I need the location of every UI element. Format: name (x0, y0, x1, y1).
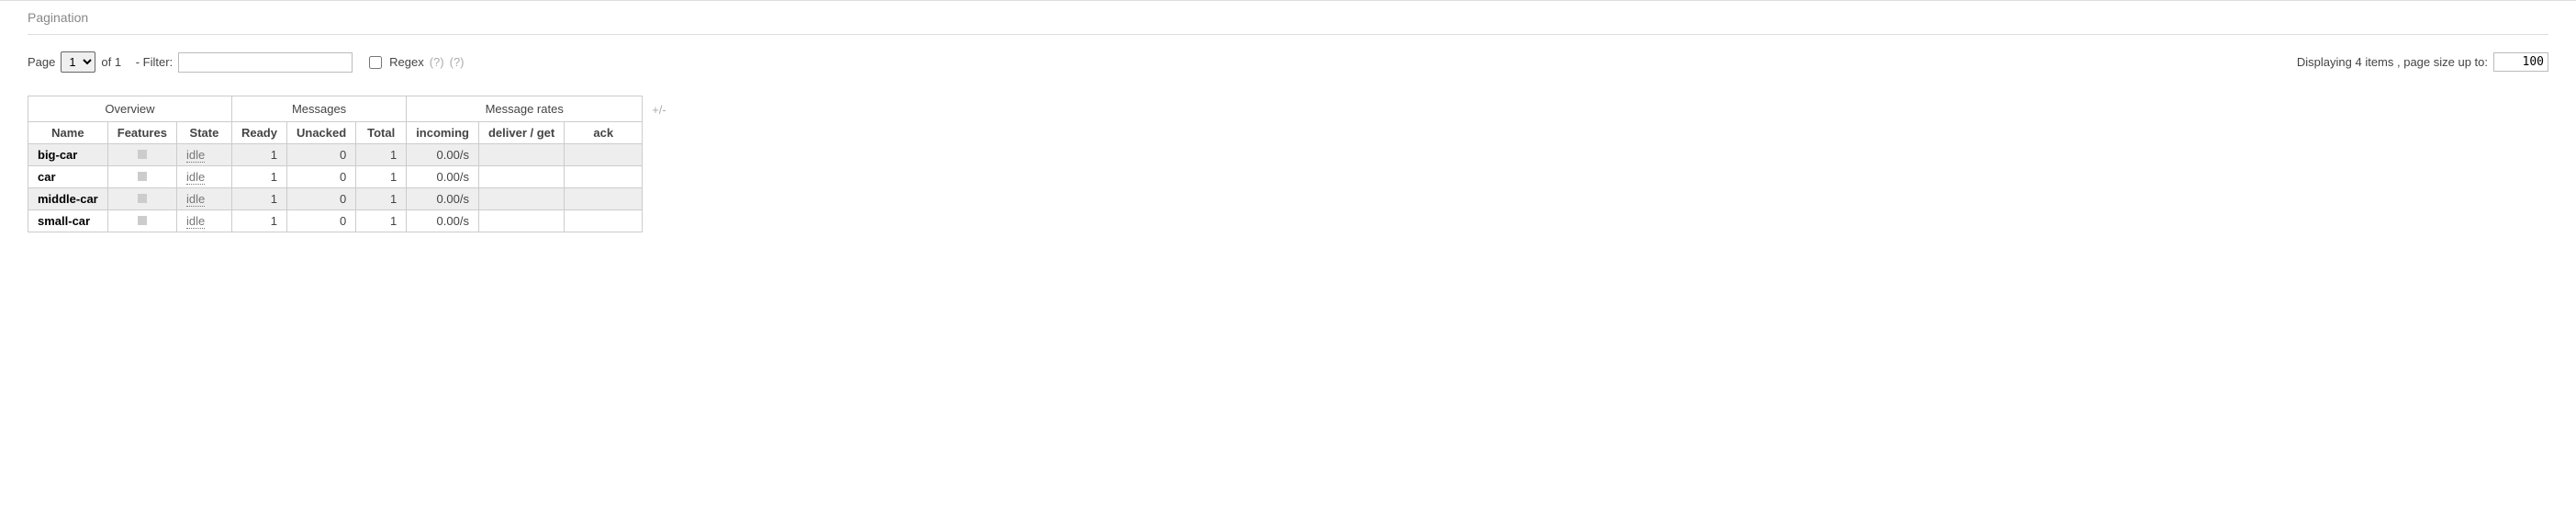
feature-icon (138, 150, 147, 159)
queue-link[interactable]: middle-car (38, 192, 98, 206)
table-row: middle-caridle1010.00/s (28, 188, 643, 210)
col-unacked[interactable]: Unacked (286, 122, 355, 144)
state-label: idle (186, 170, 205, 185)
regex-label: Regex (389, 55, 424, 69)
ready-cell: 1 (231, 144, 286, 166)
col-features[interactable]: Features (107, 122, 176, 144)
of-label: of 1 (101, 55, 121, 69)
regex-checkbox[interactable] (369, 56, 382, 69)
ready-cell: 1 (231, 188, 286, 210)
col-deliver[interactable]: deliver / get (478, 122, 564, 144)
ready-cell: 1 (231, 166, 286, 188)
state-label: idle (186, 148, 205, 163)
page-size-input[interactable] (2493, 52, 2548, 72)
help-icon[interactable]: (?) (450, 55, 465, 69)
deliver-cell (478, 166, 564, 188)
deliver-cell (478, 144, 564, 166)
total-cell: 1 (356, 166, 407, 188)
incoming-cell: 0.00/s (407, 144, 479, 166)
deliver-cell (478, 210, 564, 232)
feature-icon (138, 172, 147, 181)
help-icon[interactable]: (?) (430, 55, 444, 69)
displaying-label: Displaying 4 items , page size up to: (2297, 55, 2488, 69)
incoming-cell: 0.00/s (407, 210, 479, 232)
col-ready[interactable]: Ready (231, 122, 286, 144)
unacked-cell: 0 (286, 210, 355, 232)
col-name[interactable]: Name (28, 122, 108, 144)
page-label: Page (28, 55, 55, 69)
col-incoming[interactable]: incoming (407, 122, 479, 144)
unacked-cell: 0 (286, 166, 355, 188)
pagination-section-title: Pagination (28, 1, 2548, 35)
unacked-cell: 0 (286, 144, 355, 166)
add-remove-columns-button[interactable]: +/- (652, 96, 666, 117)
state-label: idle (186, 214, 205, 229)
group-header-message-rates: Message rates (407, 96, 643, 122)
total-cell: 1 (356, 188, 407, 210)
ack-cell (565, 144, 643, 166)
table-row: small-caridle1010.00/s (28, 210, 643, 232)
group-header-messages: Messages (231, 96, 406, 122)
filter-input[interactable] (178, 52, 353, 73)
filter-label: - Filter: (136, 55, 173, 69)
unacked-cell: 0 (286, 188, 355, 210)
queue-link[interactable]: car (38, 170, 56, 184)
page-select[interactable]: 1 (61, 51, 95, 73)
state-label: idle (186, 192, 205, 207)
group-header-overview: Overview (28, 96, 232, 122)
queue-link[interactable]: small-car (38, 214, 90, 228)
col-total[interactable]: Total (356, 122, 407, 144)
feature-icon (138, 216, 147, 225)
queue-link[interactable]: big-car (38, 148, 77, 162)
ack-cell (565, 210, 643, 232)
ack-cell (565, 188, 643, 210)
ack-cell (565, 166, 643, 188)
deliver-cell (478, 188, 564, 210)
incoming-cell: 0.00/s (407, 166, 479, 188)
incoming-cell: 0.00/s (407, 188, 479, 210)
total-cell: 1 (356, 210, 407, 232)
feature-icon (138, 194, 147, 203)
ready-cell: 1 (231, 210, 286, 232)
col-state[interactable]: State (176, 122, 231, 144)
table-row: big-caridle1010.00/s (28, 144, 643, 166)
col-ack[interactable]: ack (565, 122, 643, 144)
total-cell: 1 (356, 144, 407, 166)
table-row: caridle1010.00/s (28, 166, 643, 188)
queues-table: Overview Messages Message rates Name Fea… (28, 96, 643, 232)
